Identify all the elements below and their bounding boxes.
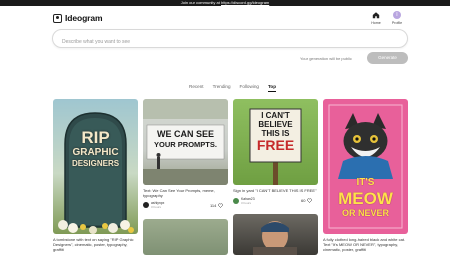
sign-text-line-4: FREE (256, 137, 295, 153)
brand-name: Ideogram (65, 13, 103, 23)
poster-text-line-3: OR NEVER (341, 208, 389, 218)
tombstone-text-line-2: GRAPHIC (72, 147, 119, 158)
like-count: 60 (301, 198, 306, 203)
like-count: 114 (210, 203, 217, 208)
like-button[interactable]: 60 (301, 198, 313, 203)
prompt-input-container (52, 29, 408, 51)
profile-nav-button[interactable]: I Profile (387, 11, 407, 25)
logo-mark-icon (53, 13, 62, 23)
card-caption-1: A tombstone with text on saying "RIP Gra… (53, 237, 134, 253)
sign-text-line-1: I CAN'T (261, 111, 290, 120)
top-header: Ideogram Home I Profile (0, 6, 450, 28)
tab-trending[interactable]: Trending (213, 84, 231, 92)
ideogram-logo[interactable]: Ideogram (53, 13, 103, 23)
billboard-text-line-2: YOUR PROMPTS. (154, 140, 217, 149)
heart-icon (307, 198, 313, 203)
post-time: 3 hours (241, 201, 252, 205)
tombstone-text-line-1: RIP (81, 128, 110, 147)
image-we-can-see-your-prompts[interactable]: WE CAN SEE YOUR PROMPTS. (143, 99, 228, 185)
home-icon (372, 12, 380, 19)
sign-text-line-2: BELIEVE (258, 120, 293, 129)
home-label: Home (371, 20, 381, 25)
poster-text-line-2: MEOW (338, 189, 393, 208)
card-caption-4: A fully clothed long-haired black and wh… (323, 237, 406, 253)
public-generation-note: Your generation will be public (300, 56, 352, 61)
tombstone-text-line-3: DESIGNERS (71, 159, 120, 168)
discord-link[interactable]: https://discord.gg/ideogram (221, 0, 269, 5)
heart-icon (218, 203, 224, 208)
tab-top[interactable]: Top (267, 84, 277, 92)
image-i-cant-believe-this-is-free[interactable]: I CAN'T BELIEVE THIS IS FREE (233, 99, 318, 185)
poster-text-line-1: IT'S (356, 177, 375, 188)
user-avatar (233, 198, 239, 204)
user-avatar (143, 202, 149, 208)
tab-recent[interactable]: Recent (189, 84, 204, 92)
card-author-3[interactable]: Kahan23 3 hours (233, 197, 255, 205)
profile-label: Profile (391, 20, 403, 25)
like-button[interactable]: 114 (210, 203, 224, 208)
generate-button[interactable]: Generate (367, 52, 408, 64)
image-rip-graphic-designers[interactable]: RIP GRAPHIC DESIGNERS (53, 99, 138, 234)
post-time: 3 hours (151, 205, 162, 209)
prompt-input[interactable] (53, 33, 407, 51)
portrait-illustration (253, 221, 297, 255)
tab-following[interactable]: Following (240, 84, 259, 92)
card-caption-2: Text: We Can See Your Prompts, meme, typ… (143, 188, 215, 199)
avatar: I (393, 11, 401, 19)
image-card-6-partial[interactable] (233, 214, 318, 255)
card-author-2[interactable]: ashlynpx 3 hours (143, 201, 164, 209)
banner-text: Join our community at (180, 0, 220, 5)
image-card-5-partial[interactable] (143, 219, 228, 255)
image-its-meow-or-never[interactable]: IT'S MEOW OR NEVER (323, 99, 408, 234)
home-nav-button[interactable]: Home (366, 11, 386, 25)
billboard-text-line-1: WE CAN SEE (156, 129, 214, 139)
card-caption-3: Sign in yard "I CAN'T BELIEVE THIS IS FR… (233, 188, 317, 193)
feed-tabs: Recent Trending Following Top (189, 84, 277, 92)
